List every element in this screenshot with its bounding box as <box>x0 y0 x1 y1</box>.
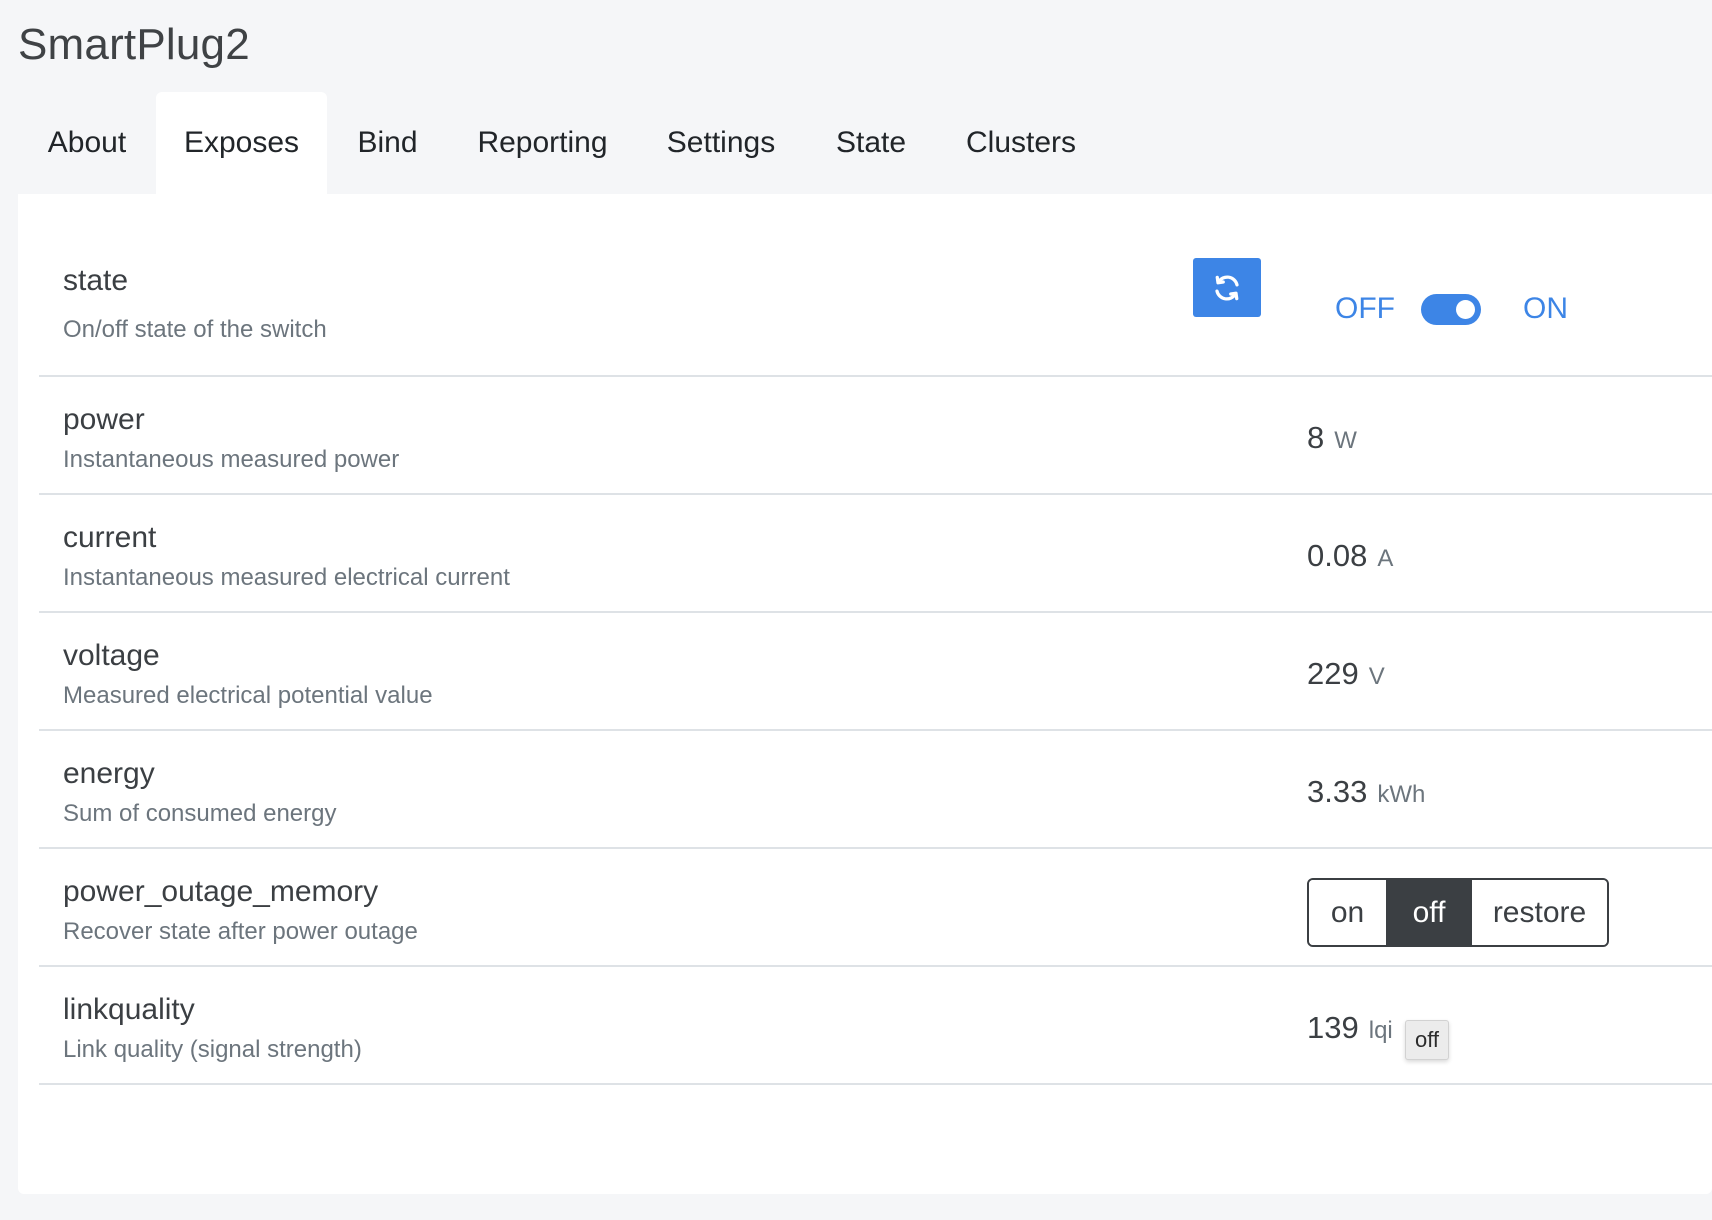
state-toggle: OFF ON <box>1335 288 1568 330</box>
linkquality-reading: 139 lqi <box>1307 1010 1393 1046</box>
tab-about[interactable]: About <box>18 92 156 194</box>
energy-value: 3.33 <box>1307 774 1368 809</box>
option-off-button[interactable]: off <box>1388 880 1472 945</box>
option-restore-button[interactable]: restore <box>1472 880 1607 945</box>
expose-row-power-outage-memory: power_outage_memory Recover state after … <box>39 849 1712 967</box>
voltage-reading: 229 V <box>1307 656 1385 692</box>
energy-unit: kWh <box>1377 781 1426 808</box>
state-on-label[interactable]: ON <box>1523 292 1568 326</box>
option-on-button[interactable]: on <box>1309 880 1388 945</box>
expose-name: linkquality <box>63 993 195 1026</box>
expose-description: Link quality (signal strength) <box>63 1036 362 1063</box>
expose-row-energy: energy Sum of consumed energy 3.33 kWh <box>39 731 1712 849</box>
tab-settings[interactable]: Settings <box>637 92 805 194</box>
voltage-unit: V <box>1368 663 1385 690</box>
expose-row-current: current Instantaneous measured electrica… <box>39 495 1712 613</box>
tab-clusters[interactable]: Clusters <box>937 92 1105 194</box>
voltage-value: 229 <box>1307 656 1359 691</box>
expose-description: Instantaneous measured power <box>63 446 400 473</box>
power-unit: W <box>1334 427 1357 454</box>
power-value: 8 <box>1307 420 1325 455</box>
tooltip: off <box>1405 1020 1449 1060</box>
tab-state[interactable]: State <box>805 92 937 194</box>
linkquality-value: 139 <box>1307 1010 1359 1045</box>
current-value: 0.08 <box>1307 538 1368 573</box>
expose-name: power <box>63 403 145 436</box>
tab-reporting[interactable]: Reporting <box>448 92 637 194</box>
tab-bind[interactable]: Bind <box>327 92 448 194</box>
expose-row-state: state On/off state of the switch OFF ON <box>39 194 1712 377</box>
linkquality-unit: lqi <box>1368 1017 1393 1044</box>
expose-description: Recover state after power outage <box>63 918 418 945</box>
expose-description: Measured electrical potential value <box>63 682 433 709</box>
expose-row-power: power Instantaneous measured power 8 W <box>39 377 1712 495</box>
expose-name: energy <box>63 757 155 790</box>
state-off-label[interactable]: OFF <box>1335 292 1395 326</box>
refresh-icon <box>1215 274 1239 301</box>
current-unit: A <box>1377 545 1394 572</box>
expose-name: state <box>63 264 129 297</box>
expose-name: power_outage_memory <box>63 875 379 908</box>
page-title: SmartPlug2 <box>18 20 250 69</box>
power-reading: 8 W <box>1307 420 1357 456</box>
expose-row-linkquality: linkquality Link quality (signal strengt… <box>39 967 1712 1085</box>
state-switch[interactable] <box>1421 293 1481 325</box>
power-outage-memory-selector: on off restore <box>1307 878 1609 947</box>
expose-description: Instantaneous measured electrical curren… <box>63 564 510 591</box>
switch-knob <box>1456 299 1475 319</box>
tab-bar: About Exposes Bind Reporting Settings St… <box>18 92 1105 194</box>
energy-reading: 3.33 kWh <box>1307 774 1425 810</box>
expose-name: voltage <box>63 639 160 672</box>
exposes-panel: state On/off state of the switch OFF ON … <box>18 194 1712 1194</box>
expose-name: current <box>63 521 157 554</box>
expose-row-voltage: voltage Measured electrical potential va… <box>39 613 1712 731</box>
refresh-button[interactable] <box>1193 258 1261 317</box>
expose-description: Sum of consumed energy <box>63 800 337 827</box>
current-reading: 0.08 A <box>1307 538 1393 574</box>
expose-description: On/off state of the switch <box>63 316 327 343</box>
tab-exposes[interactable]: Exposes <box>156 92 327 194</box>
